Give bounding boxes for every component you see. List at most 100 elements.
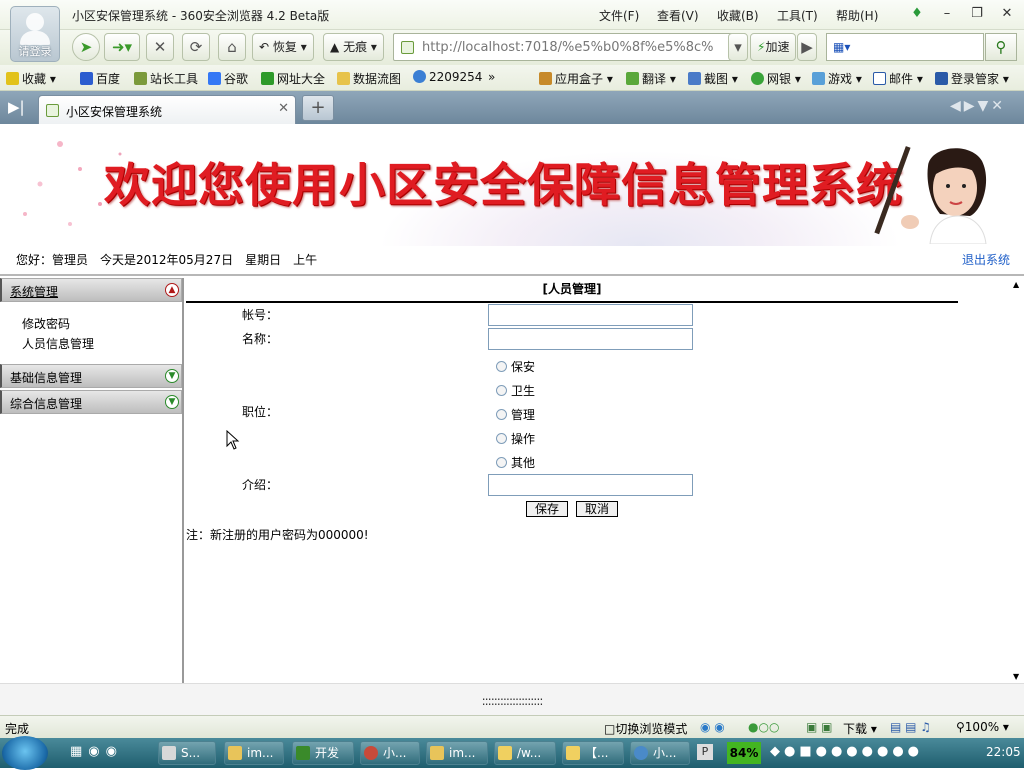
fav-url-directory[interactable]: 网址大全	[261, 70, 325, 87]
address-url[interactable]: http://localhost:7018/%e5%b0%8f%e5%8c%bl	[422, 40, 714, 55]
box-icon	[539, 72, 552, 85]
tab-active[interactable]: 小区安保管理系统 ✕	[38, 95, 296, 124]
address-bar[interactable]: http://localhost:7018/%e5%b0%8f%e5%8c%bl…	[393, 33, 746, 61]
start-button[interactable]	[2, 736, 48, 770]
radio-icon[interactable]	[496, 361, 507, 372]
radio-icon[interactable]	[496, 385, 507, 396]
screenshot-button[interactable]: 截图 ▾	[688, 70, 738, 87]
app-box-button[interactable]: 应用盒子 ▾	[539, 70, 613, 87]
account-input[interactable]	[488, 304, 693, 326]
frame-splitter[interactable]: ::::::::::::::::::::	[0, 683, 1024, 715]
menu-favorites[interactable]: 收藏(B)	[717, 7, 759, 24]
user-avatar[interactable]: 请登录	[10, 6, 60, 62]
download-button[interactable]: 下载 ▾	[843, 720, 877, 737]
skin-icon[interactable]: ♦	[908, 5, 926, 23]
page-scrollbar[interactable]: ▲ ▼	[1010, 278, 1024, 683]
maximize-icon[interactable]: ❐	[968, 5, 986, 23]
games-button[interactable]: 游戏 ▾	[812, 70, 862, 87]
tool-icons[interactable]: ▤ ▤ ♫	[890, 720, 931, 734]
sidebar-section-comprehensive-info[interactable]: 综合信息管理 ▼	[0, 390, 182, 414]
mail-icon	[873, 72, 886, 85]
taskbar-item-5[interactable]: im...	[426, 741, 488, 765]
incognito-button[interactable]: ▲ 无痕 ▾	[323, 33, 384, 61]
online-bank-button[interactable]: 网银 ▾	[751, 70, 801, 87]
taskbar-item-2[interactable]: im...	[224, 741, 284, 765]
name-input[interactable]	[488, 328, 693, 350]
back-icon[interactable]: ➤	[72, 33, 100, 61]
scroll-up-icon[interactable]: ▲	[1013, 280, 1019, 289]
taskbar-item-7[interactable]: 【...	[562, 741, 624, 765]
baidu-paw-icon[interactable]: ▦▾	[833, 40, 850, 54]
close-window-icon[interactable]: ✕	[998, 5, 1016, 23]
input-method-icon[interactable]: P	[697, 744, 713, 760]
menu-tools[interactable]: 工具(T)	[777, 7, 818, 24]
taskbar-item-4[interactable]: 小...	[360, 741, 420, 765]
save-button[interactable]: 保存	[526, 501, 568, 517]
close-tab-icon[interactable]: ✕	[278, 101, 289, 116]
game-icon	[812, 72, 825, 85]
sidebar-toggle-icon[interactable]: ▶|	[8, 98, 25, 116]
fav-google[interactable]: 谷歌	[208, 70, 248, 87]
new-tab-button[interactable]: +	[302, 95, 334, 121]
search-input[interactable]: ▦▾	[826, 33, 984, 61]
zoom-control[interactable]: ⚲100% ▾	[956, 720, 1009, 734]
menu-help[interactable]: 帮助(H)	[836, 7, 878, 24]
fav-2209254[interactable]: 2209254	[413, 70, 482, 84]
position-radio-operation[interactable]: 操作	[496, 430, 535, 447]
more-favorites-icon[interactable]: »	[488, 70, 495, 84]
taskbar-item-6[interactable]: /w...	[494, 741, 556, 765]
tray-icons[interactable]: ◆●■●●●●●●●	[770, 744, 923, 759]
address-dropdown-icon[interactable]: ▾	[728, 33, 748, 61]
minimize-icon[interactable]: –	[938, 5, 956, 23]
menu-view[interactable]: 查看(V)	[657, 7, 699, 24]
expand-icon[interactable]: ▼	[165, 369, 179, 383]
scroll-down-icon[interactable]: ▼	[1013, 672, 1019, 681]
collapse-icon[interactable]: ▲	[165, 283, 179, 297]
sidebar-item-change-password[interactable]: 修改密码	[22, 315, 70, 332]
fav-webmaster-tools[interactable]: 站长工具	[134, 70, 198, 87]
translate-button[interactable]: 翻译 ▾	[626, 70, 676, 87]
play-icon[interactable]: ▶	[797, 33, 817, 61]
speed-icons[interactable]: ▣ ▣	[806, 720, 833, 734]
mail-button[interactable]: 邮件 ▾	[873, 70, 923, 87]
position-radio-security[interactable]: 保安	[496, 358, 535, 375]
position-radio-other[interactable]: 其他	[496, 454, 535, 471]
sidebar-section-system[interactable]: 系统管理 ▲	[0, 278, 182, 302]
position-radio-management[interactable]: 管理	[496, 406, 535, 423]
restore-button[interactable]: ↶ 恢复 ▾	[252, 33, 314, 61]
logout-link[interactable]: 退出系统	[962, 251, 1010, 268]
position-radio-sanitation[interactable]: 卫生	[496, 382, 535, 399]
google-icon	[208, 72, 221, 85]
login-manager-button[interactable]: 登录管家 ▾	[935, 70, 1009, 87]
taskbar-item-1[interactable]: S...	[158, 741, 216, 765]
favorites-menu[interactable]: 收藏 ▾	[6, 70, 56, 87]
cancel-button[interactable]: 取消	[576, 501, 618, 517]
quick-launch-icons[interactable]: ▦◉◉	[70, 744, 123, 759]
fav-data-flow[interactable]: 数据流图	[337, 70, 401, 87]
radio-icon[interactable]	[496, 433, 507, 444]
ie-mode-icons[interactable]: ◉ ◉	[700, 720, 725, 734]
sidebar-item-personnel[interactable]: 人员信息管理	[22, 335, 94, 352]
accelerate-button[interactable]: ⚡加速	[750, 33, 797, 61]
forward-icon[interactable]: ➜▾	[104, 33, 140, 61]
document-icon	[566, 746, 580, 760]
radio-icon[interactable]	[496, 457, 507, 468]
tab-scroll-icons[interactable]: ◀▶▼✕	[950, 98, 1006, 114]
home-icon[interactable]: ⌂	[218, 33, 246, 61]
intro-input[interactable]	[488, 474, 693, 496]
taskbar-item-8[interactable]: 小...	[630, 741, 690, 765]
form-title: [人员管理]	[186, 280, 958, 303]
switch-mode-button[interactable]: □切换浏览模式	[604, 720, 687, 737]
refresh-icon[interactable]: ⟳	[182, 33, 210, 61]
tree-icon	[296, 746, 310, 760]
toggle-icons[interactable]: ●○○	[748, 720, 779, 734]
expand-icon[interactable]: ▼	[165, 395, 179, 409]
sidebar-section-basic-info[interactable]: 基础信息管理 ▼	[0, 364, 182, 388]
radio-icon[interactable]	[496, 409, 507, 420]
taskbar-item-3[interactable]: 开发	[292, 741, 354, 765]
search-icon[interactable]: ⚲	[985, 33, 1017, 61]
mouse-cursor-icon	[226, 430, 240, 450]
menu-file[interactable]: 文件(F)	[599, 7, 639, 24]
stop-icon[interactable]: ✕	[146, 33, 174, 61]
fav-baidu[interactable]: 百度	[80, 70, 120, 87]
